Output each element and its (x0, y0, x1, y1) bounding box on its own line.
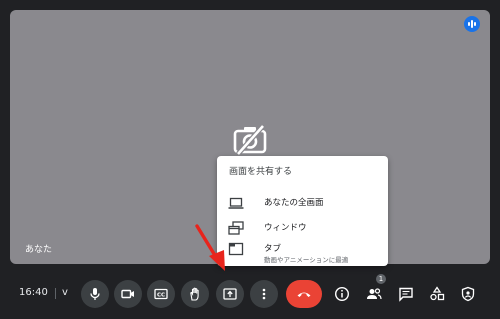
svg-text:CC: CC (157, 293, 165, 299)
activities-icon (430, 286, 445, 301)
current-time: 16:40 (19, 287, 48, 298)
people-button[interactable] (360, 280, 388, 308)
share-option-window[interactable]: ウィンドウ (217, 217, 388, 239)
present-icon (223, 288, 237, 300)
annotation-arrow-icon (195, 224, 225, 271)
captions-icon: CC (154, 288, 168, 300)
chat-icon (399, 287, 413, 302)
more-options-button[interactable] (250, 280, 278, 308)
share-option-label: ウィンドウ (264, 223, 307, 233)
audio-level-icon (464, 16, 480, 32)
camera-button[interactable] (114, 280, 142, 308)
hangup-icon (297, 292, 311, 297)
raise-hand-button[interactable] (181, 280, 209, 308)
leave-call-button[interactable] (286, 280, 322, 308)
activities-button[interactable] (423, 280, 451, 308)
host-controls-icon (461, 286, 475, 302)
camera-icon (121, 289, 134, 299)
meeting-controls-bar: 16:40 v CC 1 (0, 272, 500, 319)
laptop-icon (228, 197, 244, 209)
chat-button[interactable] (392, 280, 420, 308)
more-options-icon (262, 288, 266, 300)
camera-off-icon (233, 124, 267, 156)
people-count-badge: 1 (376, 274, 386, 284)
mic-button[interactable] (81, 280, 109, 308)
meeting-code: v (62, 287, 68, 298)
share-option-description: 動画やアニメーションに最適 (264, 256, 349, 264)
people-icon (367, 288, 382, 300)
share-option-label: あなたの全画面 (264, 198, 324, 208)
present-button[interactable] (216, 280, 244, 308)
captions-button[interactable]: CC (147, 280, 175, 308)
raise-hand-icon (190, 287, 199, 301)
share-screen-menu: 画面を共有する あなたの全画面 ウィンドウ タブ 動画やアニメーションに最適 (217, 156, 388, 266)
host-controls-button[interactable] (454, 280, 482, 308)
mic-icon (90, 288, 100, 300)
participant-name: あなた (25, 245, 53, 255)
share-option-label: タブ (264, 244, 282, 254)
info-icon (334, 286, 350, 302)
meeting-info-button[interactable] (328, 280, 356, 308)
share-option-tab[interactable]: タブ 動画やアニメーションに最適 (217, 238, 388, 264)
share-option-entire-screen[interactable]: あなたの全画面 (217, 192, 388, 214)
divider (55, 288, 56, 299)
share-menu-title: 画面を共有する (229, 167, 293, 177)
